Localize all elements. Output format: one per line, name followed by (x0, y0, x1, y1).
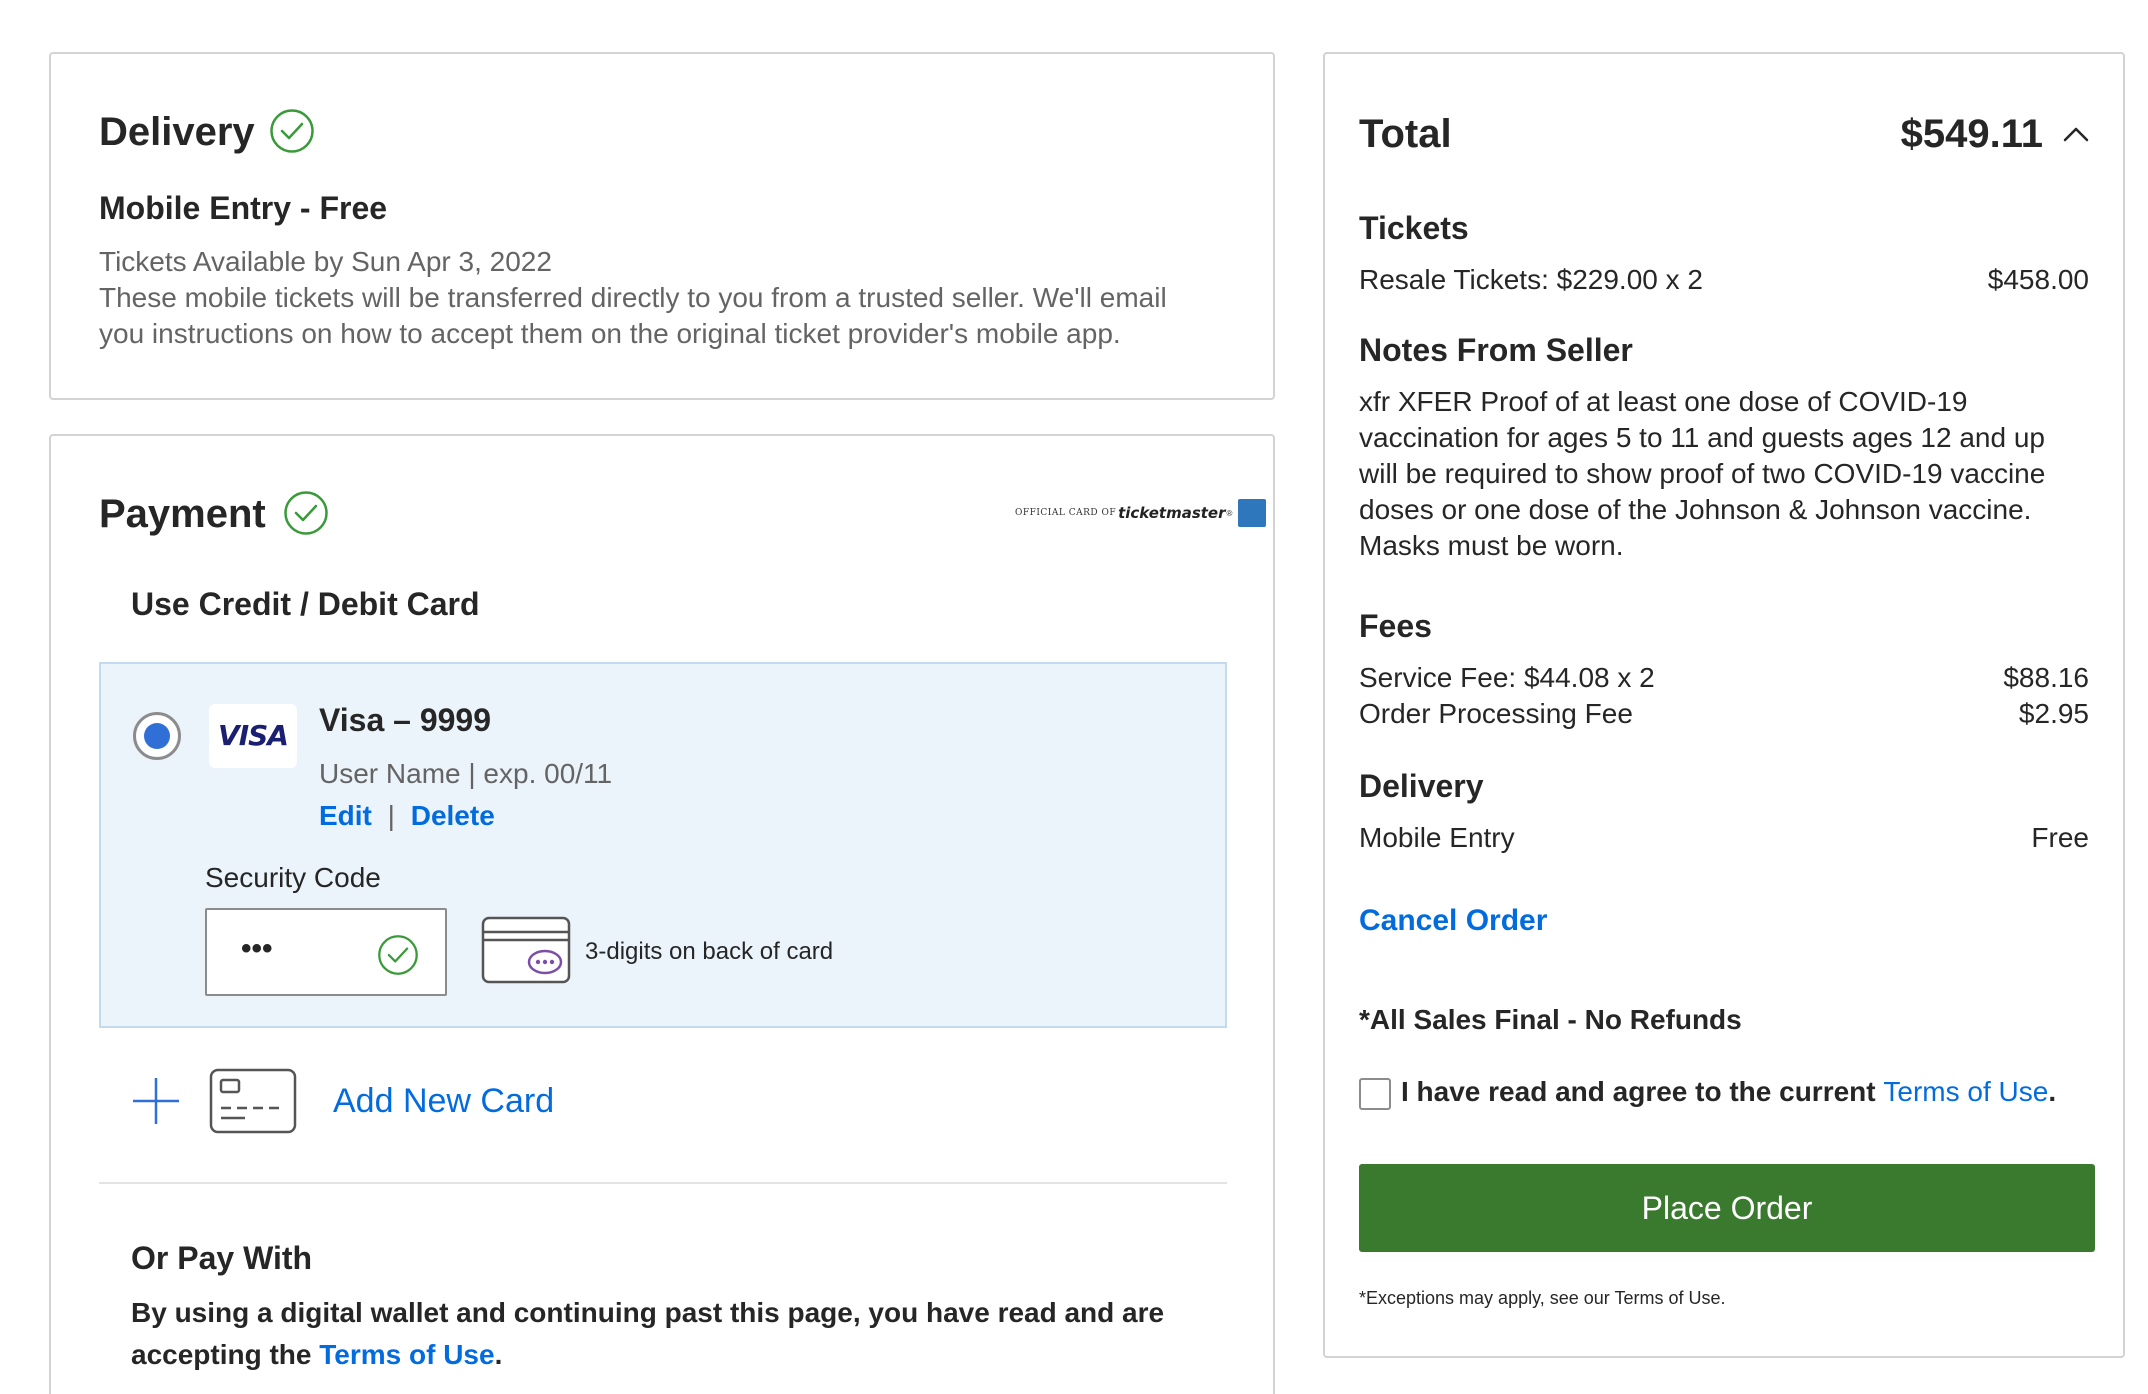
order-summary-panel: Total $549.11 Tickets Resale Tickets: $2… (1323, 52, 2125, 1358)
ticketmaster-logo: ticketmaster (1118, 504, 1226, 522)
edit-card-link[interactable]: Edit (319, 800, 372, 831)
wallet-text-line1: By using a digital wallet and continuing… (131, 1297, 1165, 1328)
agree-prefix: I have read and agree to the current (1401, 1076, 1884, 1107)
delivery-amount: Free (2031, 822, 2089, 853)
fees-heading: Fees (1359, 608, 1432, 644)
service-fee-amount: $88.16 (2003, 662, 2089, 693)
sales-final-text: *All Sales Final - No Refunds (1359, 1004, 1742, 1035)
credit-card-icon (209, 1068, 297, 1134)
notes-line: vaccination for ages 5 to 11 and guests … (1359, 422, 2045, 453)
notes-line: xfr XFER Proof of at least one dose of C… (1359, 386, 1968, 417)
amex-logo-icon (1238, 499, 1267, 527)
service-fee-row: Service Fee: $44.08 x 2 $88.16 (1359, 660, 2089, 696)
payment-panel: Payment OFFICIAL CARD OF ticketmaster ® … (49, 434, 1275, 1394)
check-circle-icon (270, 109, 314, 153)
security-code-label: Security Code (205, 862, 381, 893)
agree-text: I have read and agree to the current Ter… (1401, 1076, 2056, 1108)
delivery-row: Mobile Entry Free (1359, 820, 2089, 856)
tickets-row: Resale Tickets: $229.00 x 2 $458.00 (1359, 262, 2089, 298)
check-circle-icon (378, 935, 418, 975)
processing-fee-row: Order Processing Fee $2.95 (1359, 696, 2089, 732)
card-name: Visa – 9999 (319, 702, 492, 738)
delivery-description-line2: you instructions on how to accept them o… (99, 318, 1121, 349)
check-circle-icon (284, 491, 328, 535)
delivery-description-line1: These mobile tickets will be transferred… (99, 282, 1167, 313)
wallet-terms-link[interactable]: Terms of Use (319, 1339, 494, 1370)
service-fee-label: Service Fee: $44.08 x 2 (1359, 662, 1655, 693)
card-details: User Name | exp. 00/11 (319, 758, 613, 789)
delivery-panel: Delivery Mobile Entry - Free Tickets Ava… (49, 52, 1275, 400)
official-card-badge: OFFICIAL CARD OF ticketmaster ® (1015, 498, 1267, 528)
total-value: $549.11 (1900, 112, 2043, 156)
use-card-label: Use Credit / Debit Card (131, 586, 480, 622)
processing-fee-amount: $2.95 (2018, 698, 2089, 729)
link-separator: | (387, 800, 395, 831)
official-card-text: OFFICIAL CARD OF (1015, 508, 1117, 518)
delivery-label: Mobile Entry (1359, 822, 1515, 853)
place-order-button[interactable]: Place Order (1359, 1164, 2095, 1252)
total-label: Total (1359, 112, 1452, 156)
card-radio-button[interactable] (133, 712, 181, 760)
notes-text: xfr XFER Proof of at least one dose of C… (1359, 384, 2045, 564)
processing-fee-label: Order Processing Fee (1359, 698, 1633, 729)
delivery-method: Mobile Entry - Free (99, 190, 388, 226)
tickets-heading: Tickets (1359, 210, 1469, 246)
cvv-hint: 3-digits on back of card (585, 938, 834, 965)
delete-card-link[interactable]: Delete (411, 800, 495, 831)
visa-logo-icon: VISA (209, 704, 297, 768)
payment-title: Payment (99, 492, 266, 536)
wallet-text: By using a digital wallet and continuing… (131, 1292, 1231, 1376)
agree-suffix: . (2048, 1076, 2057, 1107)
cancel-order-link[interactable]: Cancel Order (1359, 904, 1547, 938)
radio-selected-dot (144, 723, 170, 749)
notes-line: Masks must be worn. (1359, 530, 1624, 561)
terms-checkbox[interactable] (1359, 1078, 1391, 1110)
delivery-title: Delivery (99, 110, 255, 154)
notes-line: doses or one dose of the Johnson & Johns… (1359, 494, 2032, 525)
wallet-text-suffix: . (494, 1339, 503, 1370)
security-code-input[interactable]: ••• (205, 908, 447, 996)
exceptions-note: *Exceptions may apply, see our Terms of … (1359, 1288, 1726, 1308)
wallet-text-prefix: accepting the (131, 1339, 320, 1370)
security-code-value: ••• (241, 932, 273, 965)
wallet-text-line2: accepting the Terms of Use. (131, 1334, 1231, 1376)
add-new-card-link[interactable]: Add New Card (333, 1082, 554, 1121)
tickets-line: Resale Tickets: $229.00 x 2 (1359, 264, 1703, 295)
chevron-up-icon[interactable] (2061, 122, 2091, 146)
delivery-availability: Tickets Available by Sun Apr 3, 2022 (99, 246, 552, 277)
tickets-amount: $458.00 (1987, 264, 2089, 295)
notes-heading: Notes From Seller (1359, 332, 1633, 368)
cvv-card-icon (481, 916, 571, 984)
selected-card-box[interactable]: VISA Visa – 9999 User Name | exp. 00/11 … (99, 662, 1227, 1028)
delivery-heading: Delivery (1359, 768, 1484, 804)
notes-line: will be required to show proof of two CO… (1359, 458, 2046, 489)
section-divider (99, 1182, 1227, 1184)
agree-terms-link[interactable]: Terms of Use (1883, 1076, 2048, 1107)
or-pay-with-label: Or Pay With (131, 1240, 313, 1276)
plus-icon[interactable] (131, 1076, 181, 1126)
